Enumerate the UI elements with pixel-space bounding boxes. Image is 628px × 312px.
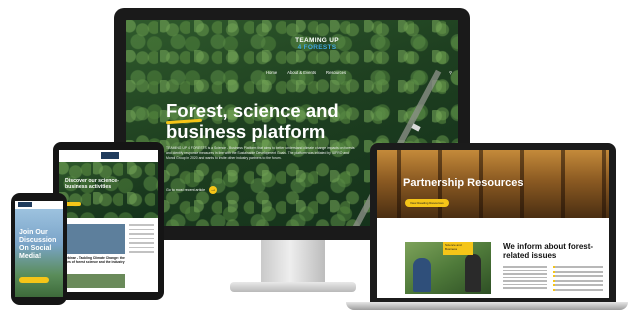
smartphone: Join Our Discussion On Social Media! (11, 193, 67, 305)
tablet-logo[interactable] (101, 152, 119, 159)
article-image[interactable] (63, 224, 125, 254)
laptop-screen: Partnership Resources View Reading Resou… (377, 150, 609, 298)
nav-item-about[interactable]: About & Events (287, 70, 316, 75)
tablet-hero-title: Discover our science-business activities (65, 178, 119, 190)
phone-hero-title: Join Our Discussion On Social Media! (19, 229, 57, 260)
phone-logo[interactable] (18, 202, 32, 207)
nav-item-home[interactable]: Home (266, 70, 277, 75)
tablet: Discover our science-business activities… (53, 142, 164, 300)
logo-line-2: 4 FORESTS (297, 43, 337, 51)
article-thumbnail[interactable] (63, 274, 125, 288)
main-nav: Home About & Events Resources ⚲ (266, 70, 458, 75)
inform-title: We inform about forest-related issues (503, 242, 594, 260)
recent-article-link[interactable]: Go to most recent article → (166, 186, 218, 194)
laptop: Partnership Resources View Reading Resou… (370, 143, 616, 303)
banner-title: Partnership Resources (403, 177, 524, 189)
person-figure (465, 254, 481, 292)
webinar-caption[interactable]: Webinar - Tackling Climate Change: the r… (63, 256, 125, 264)
nav-item-resources[interactable]: Resources (326, 70, 346, 75)
hero-description: TEAMING UP 4 FORESTS is a Science - Busi… (166, 146, 355, 160)
car-image (411, 123, 421, 132)
monitor-stand-base (230, 282, 356, 292)
site-logo[interactable]: TEAMING UP 4 FORESTS (262, 37, 372, 51)
search-icon[interactable]: ⚲ (449, 70, 452, 75)
category-tag: Science and Business (443, 242, 473, 255)
phone-hero-button[interactable] (19, 277, 49, 283)
monitor-stand (261, 240, 325, 284)
tablet-hero-button[interactable] (65, 202, 81, 206)
recent-article-label: Go to most recent article (166, 188, 206, 192)
person-figure (413, 258, 431, 292)
body-text-lines (503, 266, 547, 291)
bullet-list (553, 266, 603, 293)
sidebar-lines (129, 224, 154, 256)
laptop-base (346, 302, 628, 310)
reading-resources-button[interactable]: View Reading Resources (405, 199, 449, 207)
tablet-screen: Discover our science-business activities… (59, 150, 158, 292)
arrow-right-icon: → (209, 186, 218, 194)
phone-screen: Join Our Discussion On Social Media! (15, 201, 63, 297)
hero-title: Forest, science and business platform (166, 100, 339, 142)
tablet-hero (59, 162, 158, 218)
